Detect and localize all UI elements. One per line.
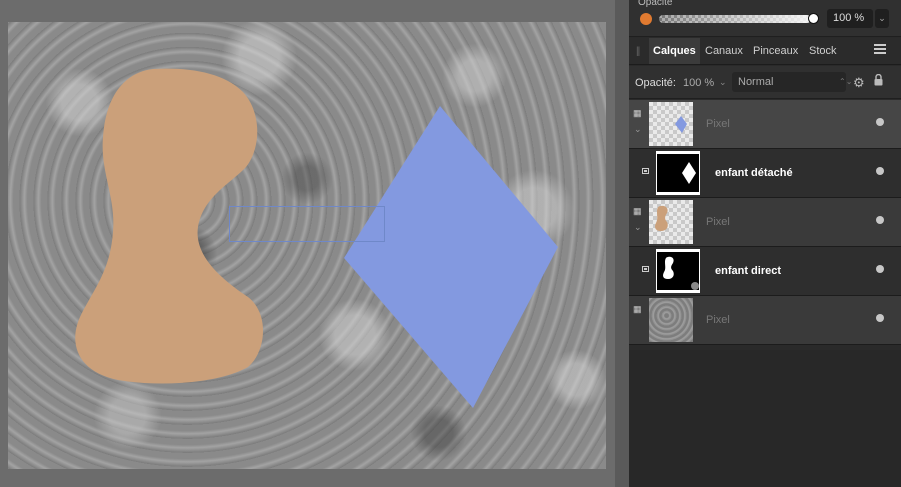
hamburger-menu-icon[interactable] [874, 44, 886, 54]
visibility-toggle[interactable] [876, 216, 884, 224]
layers-panel: Opacité 100 % ⌄ || Calques Canaux Pincea… [629, 0, 901, 487]
layer-name: Pixel [706, 118, 730, 130]
layer-name: enfant direct [715, 265, 782, 277]
document-canvas[interactable] [8, 22, 606, 469]
layer-name: enfant détaché [715, 167, 793, 179]
layer-row[interactable]: ▦ Pixel [629, 296, 901, 345]
selection-marquee[interactable] [229, 206, 385, 242]
context-opacity-bar: Opacité 100 % ⌄ [629, 0, 901, 37]
layer-row[interactable]: ▦ ⌄ Pixel [629, 198, 901, 247]
layer-name: Pixel [706, 216, 730, 228]
tab-pinceaux[interactable]: Pinceaux [749, 38, 802, 64]
updown-chevron-icon: ⌃⌄ [839, 77, 853, 86]
layer-opacity-value[interactable]: 100 % [683, 77, 714, 89]
layer-row[interactable]: enfant détaché [629, 149, 901, 198]
mask-layer-icon [642, 168, 649, 174]
visibility-toggle[interactable] [876, 118, 884, 126]
layer-opacity-label: Opacité: [635, 77, 676, 89]
blend-mode-value: Normal [738, 76, 774, 88]
layer-row[interactable]: ▦ ⌄ Pixel [629, 100, 901, 149]
chevron-down-icon[interactable]: ⌄ [634, 124, 642, 135]
opacity-label: Opacité [638, 0, 673, 8]
chevron-down-icon[interactable]: ⌄ [875, 9, 889, 28]
panel-tabs: || Calques Canaux Pinceaux Stock [629, 38, 901, 65]
pixel-layer-icon: ▦ [633, 206, 642, 216]
workspace [0, 0, 615, 487]
panel-empty-area [629, 350, 901, 487]
visibility-toggle[interactable] [876, 167, 884, 175]
layer-toolbar: Opacité: 100 % ⌄ Normal ⌃⌄ ⚙ [629, 66, 901, 99]
opacity-value-field[interactable]: 100 % [827, 9, 873, 28]
chevron-down-icon[interactable]: ⌄ [634, 222, 642, 233]
layer-name: Pixel [706, 314, 730, 326]
pixel-layer-icon: ▦ [633, 304, 642, 314]
layer-thumbnail [649, 102, 693, 146]
panel-divider[interactable] [615, 0, 629, 487]
blend-mode-select[interactable]: Normal ⌃⌄ [732, 72, 852, 92]
color-swatch[interactable] [640, 13, 652, 25]
opacity-slider-knob[interactable] [808, 13, 819, 24]
tab-calques[interactable]: Calques [649, 38, 700, 64]
layer-thumbnail [649, 200, 693, 244]
lock-icon[interactable] [874, 74, 883, 86]
mask-layer-icon [642, 266, 649, 272]
pixel-layer-icon: ▦ [633, 108, 642, 118]
layer-thumbnail [656, 151, 700, 195]
layer-list: ▦ ⌄ Pixel enfant détaché ▦ ⌄ Pixel enfan… [629, 100, 901, 345]
visibility-toggle[interactable] [876, 265, 884, 273]
canvas-artwork [75, 68, 558, 408]
opacity-slider[interactable] [659, 15, 811, 23]
tab-canaux[interactable]: Canaux [701, 38, 747, 64]
layer-row[interactable]: enfant direct [629, 247, 901, 296]
drag-grip-icon[interactable]: || [636, 46, 640, 57]
layer-thumbnail [656, 249, 700, 293]
blue-diamond-shape[interactable] [344, 106, 558, 408]
tab-stock[interactable]: Stock [805, 38, 841, 64]
layer-thumbnail [649, 298, 693, 342]
visibility-toggle[interactable] [876, 314, 884, 322]
gear-icon[interactable]: ⚙ [853, 75, 865, 91]
chevron-down-icon[interactable]: ⌄ [719, 77, 727, 88]
